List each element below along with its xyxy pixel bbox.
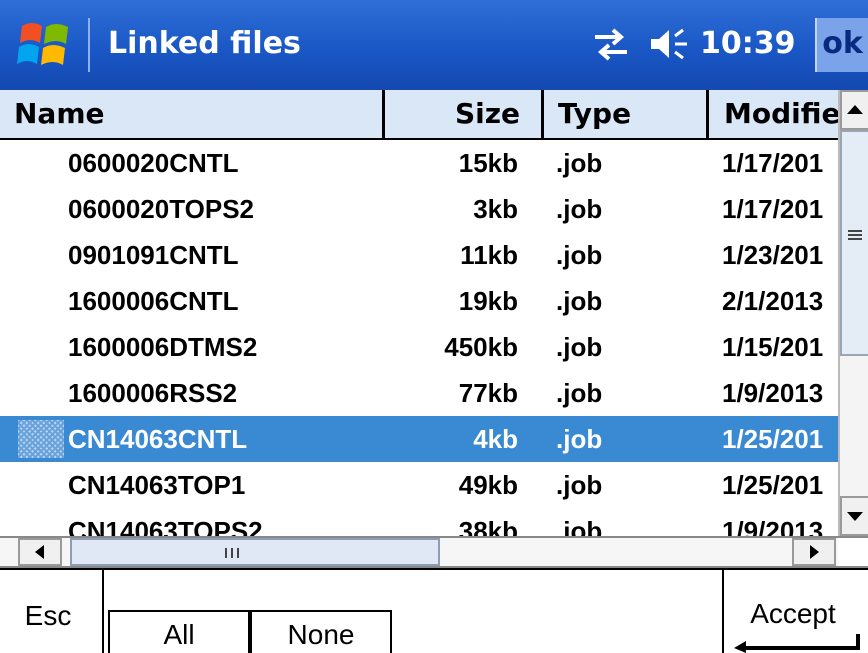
file-modified: 1/25/201 [722,470,824,500]
enter-arrow-icon [734,634,860,653]
softkey-bar: Esc All None Accept [0,568,868,653]
select-all-button[interactable]: All [108,610,250,653]
connectivity-icon[interactable] [589,24,633,64]
file-type: .job [556,516,603,536]
list-item[interactable]: 0901091CNTL 11kb .job 1/23/201 [0,232,838,278]
row-checkbox[interactable] [18,374,64,412]
file-size: 19kb [458,286,518,316]
row-checkbox[interactable] [18,512,64,536]
file-type: .job [556,424,603,454]
softkey-divider [102,570,104,653]
list-item[interactable]: CN14063TOPS2 38kb .job 1/9/2013 [0,508,838,536]
file-modified: 1/23/201 [722,240,824,270]
file-size: 3kb [473,194,518,224]
column-header-size[interactable]: Size [380,90,530,138]
file-modified: 1/17/201 [722,194,824,224]
list-header: Name Size Type Modified [0,90,838,140]
vertical-scrollbar[interactable] [838,90,868,536]
list-item[interactable]: 0600020TOPS2 3kb .job 1/17/201 [0,186,838,232]
file-size: 77kb [458,378,518,408]
scroll-down-button[interactable] [840,496,868,536]
column-header-type[interactable]: Type [544,90,694,138]
triangle-down-icon [847,512,863,521]
column-header-modified[interactable]: Modified [710,90,838,138]
file-size: 450kb [444,332,518,362]
row-checkbox[interactable] [18,282,64,320]
list-rows: 0600020CNTL 15kb .job 1/17/201 0600020TO… [0,140,838,536]
file-type: .job [556,148,603,178]
title-bar: Linked files 10:39 ok [0,0,868,90]
file-type: .job [556,332,603,362]
file-type: .job [556,240,603,270]
clock[interactable]: 10:39 [700,24,796,64]
list-item[interactable]: CN14063TOP1 49kb .job 1/25/201 [0,462,838,508]
grip-icon [848,230,862,240]
row-checkbox[interactable] [18,328,64,366]
file-list: Name Size Type Modified 0600020CNTL 15kb… [0,90,868,568]
list-item[interactable]: 1600006DTMS2 450kb .job 1/15/201 [0,324,838,370]
file-name: CN14063TOPS2 [68,516,263,536]
file-type: .job [556,470,603,500]
scroll-right-button[interactable] [792,538,836,566]
triangle-up-icon [847,105,863,114]
windows-start-icon[interactable] [14,16,76,74]
file-name: 1600006RSS2 [68,378,238,408]
file-name: 0901091CNTL [68,240,239,270]
scroll-up-button[interactable] [840,90,868,130]
vertical-scroll-thumb[interactable] [840,130,868,356]
triangle-left-icon [35,545,44,559]
esc-button[interactable]: Esc [18,596,78,636]
select-none-button[interactable]: None [250,610,392,653]
file-modified: 2/1/2013 [722,286,824,316]
row-checkbox[interactable] [18,190,64,228]
file-size: 49kb [458,470,518,500]
file-name: 0600020CNTL [68,148,239,178]
row-checkbox[interactable] [18,466,64,504]
file-modified: 1/9/2013 [722,378,824,408]
scroll-left-button[interactable] [18,538,62,566]
list-item-selected[interactable]: CN14063CNTL 4kb .job 1/25/201 [0,416,838,462]
file-type: .job [556,378,603,408]
file-name: CN14063CNTL [68,424,248,454]
row-checkbox[interactable] [18,420,64,458]
file-modified: 1/15/201 [722,332,824,362]
file-size: 38kb [458,516,518,536]
scrollbar-corner [838,538,868,566]
row-checkbox[interactable] [18,236,64,274]
window-title: Linked files [108,26,301,61]
list-item[interactable]: 0600020CNTL 15kb .job 1/17/201 [0,140,838,186]
file-type: .job [556,286,603,316]
file-name: 1600006DTMS2 [68,332,258,362]
grip-icon [225,548,239,558]
file-type: .job [556,194,603,224]
column-divider[interactable] [706,90,709,138]
horizontal-scrollbar[interactable] [0,536,868,568]
file-size: 4kb [473,424,518,454]
file-size: 15kb [458,148,518,178]
file-size: 11kb [460,240,518,270]
file-modified: 1/25/201 [722,424,824,454]
accept-button[interactable]: Accept [728,592,858,636]
row-checkbox[interactable] [18,144,64,182]
file-name: 0600020TOPS2 [68,194,254,224]
horizontal-scroll-thumb[interactable] [70,538,440,566]
file-modified: 1/17/201 [722,148,824,178]
volume-icon[interactable] [645,24,691,64]
file-name: CN14063TOP1 [68,470,246,500]
ok-button[interactable]: ok [815,18,868,72]
title-separator [88,18,90,72]
softkey-divider [722,570,724,653]
list-item[interactable]: 1600006CNTL 19kb .job 2/1/2013 [0,278,838,324]
column-header-name[interactable]: Name [14,90,374,138]
triangle-right-icon [810,545,819,559]
file-modified: 1/9/2013 [722,516,824,536]
list-item[interactable]: 1600006RSS2 77kb .job 1/9/2013 [0,370,838,416]
file-name: 1600006CNTL [68,286,239,316]
